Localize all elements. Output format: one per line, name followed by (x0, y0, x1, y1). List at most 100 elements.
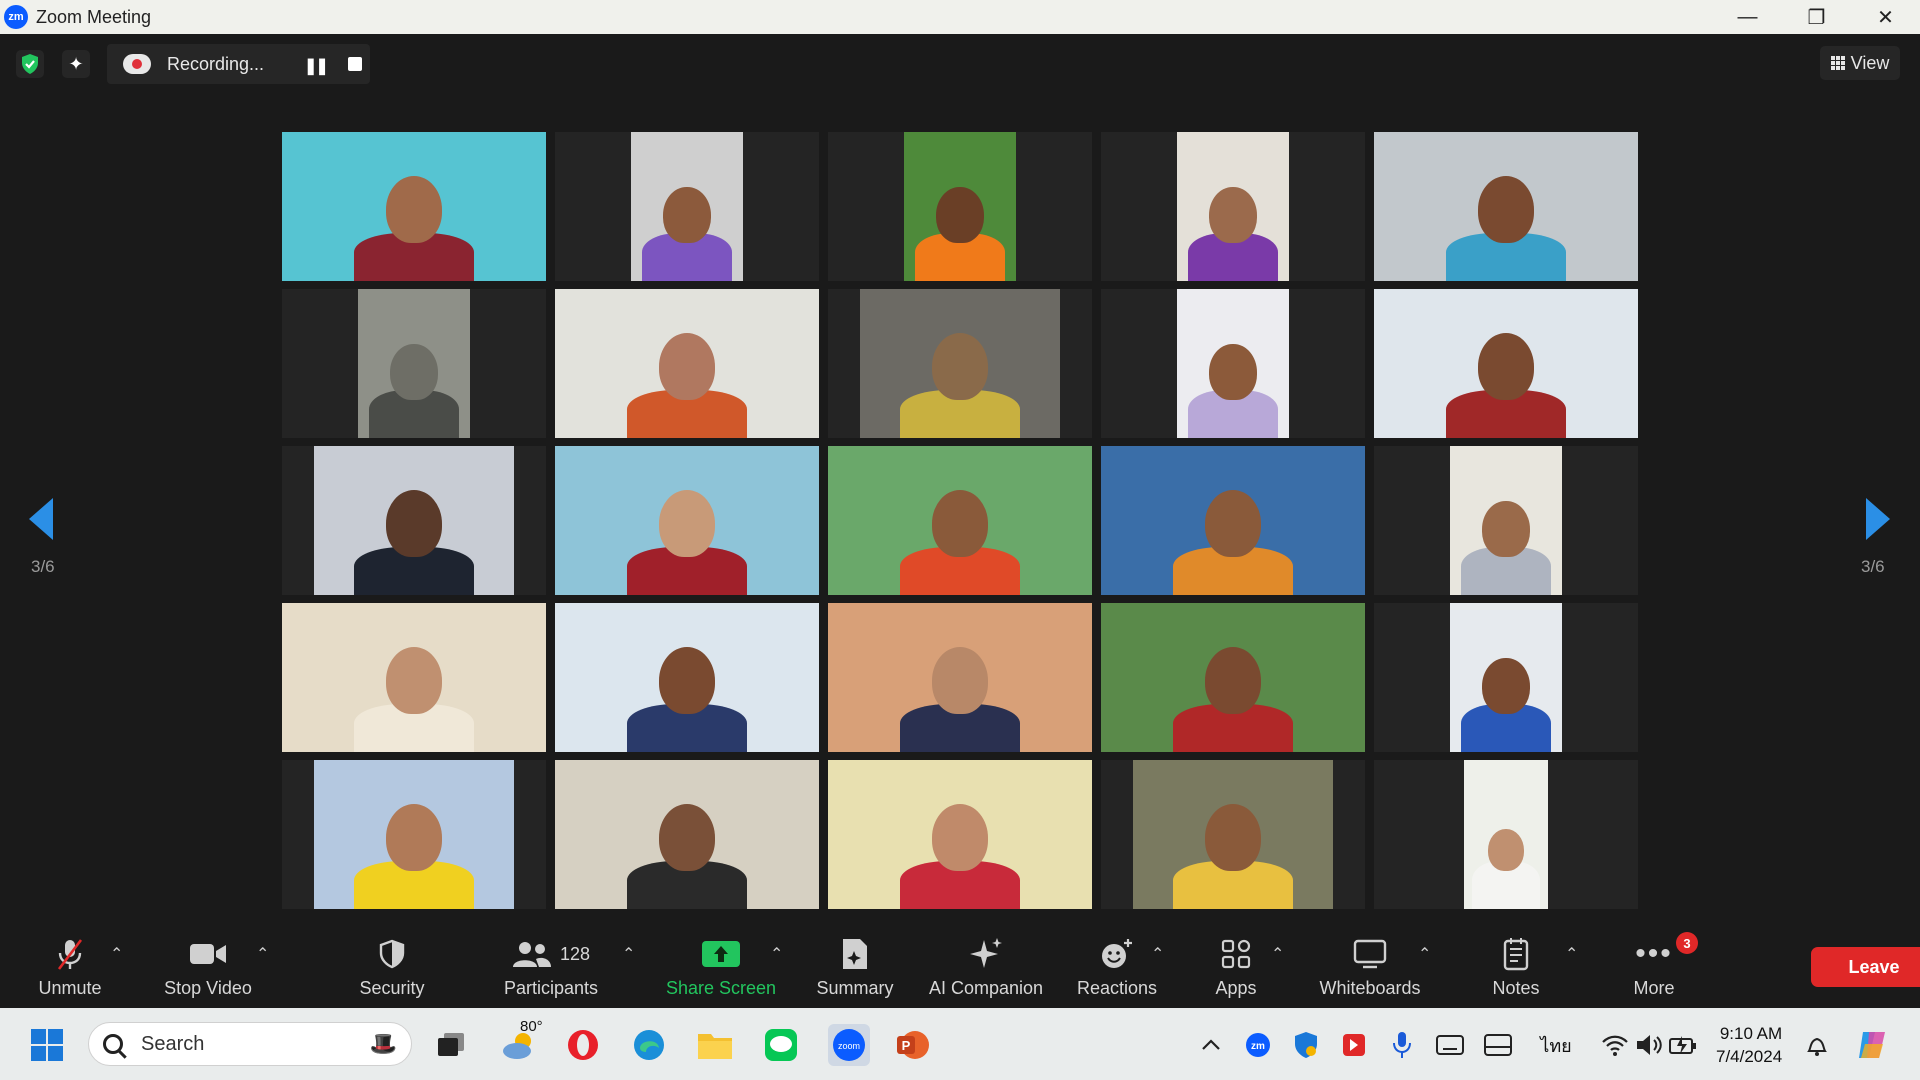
participant-video-tile[interactable] (282, 760, 546, 909)
zoom-taskbar-icon[interactable]: zoom (828, 1024, 870, 1066)
input-language-indicator[interactable]: ไทย (1530, 1026, 1582, 1064)
participant-video-tile[interactable] (1101, 760, 1365, 909)
restore-button[interactable]: ❐ (1782, 0, 1851, 34)
leave-button[interactable]: Leave (1811, 947, 1920, 987)
encryption-shield-icon[interactable] (16, 50, 44, 78)
participant-video-feed (555, 760, 819, 909)
taskbar-clock[interactable]: 9:10 AM 7/4/2024 (1716, 1022, 1782, 1068)
stop-recording-button[interactable] (348, 57, 362, 71)
security-shield-icon (379, 934, 405, 974)
participant-video-tile[interactable] (828, 446, 1092, 595)
participant-video-tile[interactable] (555, 760, 819, 909)
ai-companion-button[interactable]: AI Companion (924, 922, 1048, 1008)
antivirus-tray-icon[interactable] (1335, 1026, 1373, 1064)
participant-face (1205, 803, 1261, 871)
previous-page-arrow[interactable] (29, 498, 53, 540)
participants-options-caret[interactable]: ⌃ (622, 944, 635, 964)
participant-face (1209, 343, 1257, 400)
task-view-icon[interactable] (432, 1026, 470, 1064)
weather-widget[interactable]: 80° (498, 1018, 544, 1064)
edge-browser-icon[interactable] (630, 1026, 668, 1064)
pause-recording-button[interactable]: ❚❚ (304, 56, 329, 76)
participant-video-tile[interactable] (282, 132, 546, 281)
participant-video-tile[interactable] (555, 603, 819, 752)
battery-charging-icon[interactable] (1664, 1026, 1702, 1064)
display-tray-icon[interactable] (1479, 1026, 1517, 1064)
minimize-button[interactable]: — (1713, 0, 1782, 34)
share-screen-button[interactable]: Share Screen (664, 922, 778, 1008)
participant-video-tile[interactable] (1374, 289, 1638, 438)
participant-video-tile[interactable] (282, 603, 546, 752)
show-hidden-icons-chevron[interactable] (1192, 1026, 1230, 1064)
wifi-icon[interactable] (1596, 1026, 1634, 1064)
notes-button[interactable]: Notes (1476, 922, 1556, 1008)
powerpoint-icon[interactable]: P (894, 1026, 932, 1064)
participant-video-tile[interactable] (555, 289, 819, 438)
participant-video-tile[interactable] (1101, 289, 1365, 438)
taskbar-search-box[interactable]: Search 🎩 (88, 1022, 412, 1066)
whiteboards-button[interactable]: Whiteboards (1310, 922, 1430, 1008)
participant-video-tile[interactable] (282, 289, 546, 438)
participant-video-tile[interactable] (1101, 603, 1365, 752)
summary-button[interactable]: Summary (814, 922, 896, 1008)
security-label: Security (359, 978, 425, 998)
microphone-tray-icon[interactable] (1383, 1026, 1421, 1064)
share-options-caret[interactable]: ⌃ (770, 944, 783, 964)
whiteboards-options-caret[interactable]: ⌃ (1418, 944, 1431, 964)
security-button[interactable]: Security (352, 922, 432, 1008)
zoom-tray-icon[interactable]: zm (1239, 1026, 1277, 1064)
participant-video-tile[interactable] (282, 446, 546, 595)
keyboard-tray-icon[interactable] (1431, 1026, 1469, 1064)
apps-label: Apps (1215, 978, 1257, 998)
opera-browser-icon[interactable] (564, 1026, 602, 1064)
participant-face (932, 646, 988, 714)
participant-video-feed (1450, 446, 1562, 595)
participant-face (659, 332, 715, 400)
participant-video-tile[interactable] (828, 760, 1092, 909)
reactions-options-caret[interactable]: ⌃ (1151, 944, 1164, 964)
copilot-icon[interactable] (1853, 1026, 1891, 1064)
whiteboards-label: Whiteboards (1319, 978, 1421, 998)
ai-sparkle-icon[interactable]: ✦ (62, 50, 90, 78)
view-button[interactable]: View (1820, 46, 1900, 80)
share-screen-label: Share Screen (665, 978, 777, 998)
next-page-arrow[interactable] (1866, 498, 1890, 540)
windows-start-icon[interactable] (28, 1026, 66, 1064)
participant-face (659, 803, 715, 871)
participant-video-tile[interactable] (1374, 446, 1638, 595)
participant-video-tile[interactable] (555, 132, 819, 281)
video-options-caret[interactable]: ⌃ (256, 944, 269, 964)
close-button[interactable]: ✕ (1851, 0, 1920, 34)
participant-video-tile[interactable] (555, 446, 819, 595)
participant-video-tile[interactable] (828, 289, 1092, 438)
share-screen-icon (701, 934, 741, 974)
notification-bell-icon[interactable] (1798, 1026, 1836, 1064)
apps-options-caret[interactable]: ⌃ (1271, 944, 1284, 964)
participant-video-tile[interactable] (1101, 132, 1365, 281)
stop-video-button[interactable]: Stop Video (158, 922, 258, 1008)
unmute-button[interactable]: Unmute (30, 922, 110, 1008)
participant-video-tile[interactable] (1374, 132, 1638, 281)
volume-icon[interactable] (1630, 1026, 1668, 1064)
clock-date: 7/4/2024 (1716, 1047, 1783, 1066)
participant-video-tile[interactable] (1101, 446, 1365, 595)
defender-shield-icon[interactable] (1287, 1026, 1325, 1064)
reactions-button[interactable]: Reactions (1072, 922, 1162, 1008)
participant-video-tile[interactable] (828, 603, 1092, 752)
participant-video-feed (1133, 760, 1333, 909)
notes-options-caret[interactable]: ⌃ (1565, 944, 1578, 964)
participant-video-feed (904, 132, 1016, 281)
reactions-label: Reactions (1076, 978, 1158, 998)
file-explorer-icon[interactable] (696, 1026, 734, 1064)
participant-video-tile[interactable] (1374, 603, 1638, 752)
participant-video-tile[interactable] (828, 132, 1092, 281)
participant-video-tile[interactable] (1374, 760, 1638, 909)
line-chat-icon[interactable] (762, 1026, 800, 1064)
participants-count: 128 (559, 943, 591, 964)
participants-button[interactable]: 128 Participants (496, 922, 606, 1008)
apps-button[interactable]: Apps (1196, 922, 1276, 1008)
audio-options-caret[interactable]: ⌃ (110, 944, 123, 964)
weather-temperature: 80° (520, 1018, 543, 1035)
participant-face (936, 186, 984, 243)
clock-time: 9:10 AM (1719, 1024, 1783, 1043)
